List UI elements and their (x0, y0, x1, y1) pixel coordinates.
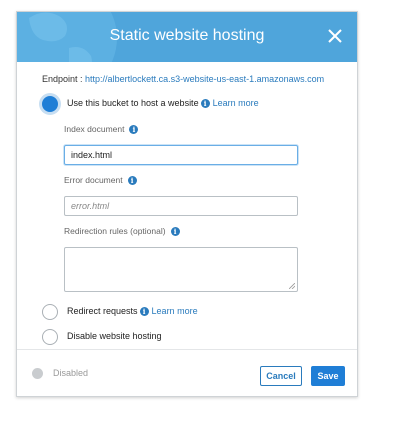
index-document-input[interactable]: index.html (64, 145, 298, 165)
redirect-requests-label: Redirect requests (67, 306, 138, 316)
close-icon[interactable] (325, 26, 345, 46)
cancel-button[interactable]: Cancel (260, 366, 302, 386)
redirect-requests-option: Redirect requests i Learn more (67, 306, 198, 316)
redirection-rules-label: Redirection rules (optional) (64, 226, 166, 236)
redirect-requests-radio[interactable] (42, 304, 58, 320)
error-document-label: Error document (64, 175, 123, 185)
use-bucket-label: Use this bucket to host a website (67, 98, 199, 108)
endpoint-label: Endpoint : (42, 74, 83, 84)
index-document-label: Index document (64, 124, 125, 134)
footer-divider (17, 349, 357, 350)
disable-hosting-label: Disable website hosting (67, 331, 162, 341)
error-document-field-label: Error document i (64, 175, 137, 185)
use-bucket-option: Use this bucket to host a website i Learn … (67, 98, 259, 108)
error-document-input[interactable]: error.html (64, 196, 298, 216)
dialog-title: Static website hosting (109, 27, 265, 44)
hosting-status-toggle[interactable] (32, 368, 43, 379)
use-bucket-learn-more-link[interactable]: Learn more (213, 98, 259, 108)
endpoint-link[interactable]: http://albertlockett.ca.s3-website-us-ea… (85, 74, 324, 84)
info-icon[interactable]: i (129, 125, 139, 134)
endpoint-row: Endpoint : http://albertlockett.ca.s3-we… (42, 74, 324, 84)
use-bucket-radio[interactable] (42, 96, 58, 112)
static-website-hosting-dialog: Static website hosting Endpoint : http:/… (16, 11, 358, 397)
redirection-rules-textarea[interactable] (64, 247, 298, 292)
info-icon[interactable]: i (170, 227, 180, 236)
info-icon[interactable]: i (127, 176, 137, 185)
resize-grip-icon[interactable] (289, 283, 295, 289)
info-icon[interactable]: i (200, 99, 210, 108)
dialog-header: Static website hosting (17, 12, 357, 62)
save-button[interactable]: Save (311, 366, 345, 386)
redirect-learn-more-link[interactable]: Learn more (152, 306, 198, 316)
redirection-rules-field-label: Redirection rules (optional) i (64, 226, 180, 236)
index-document-field-label: Index document i (64, 124, 139, 134)
hosting-status-label: Disabled (53, 368, 89, 378)
info-icon[interactable]: i (139, 307, 149, 316)
disable-hosting-radio[interactable] (42, 329, 58, 345)
